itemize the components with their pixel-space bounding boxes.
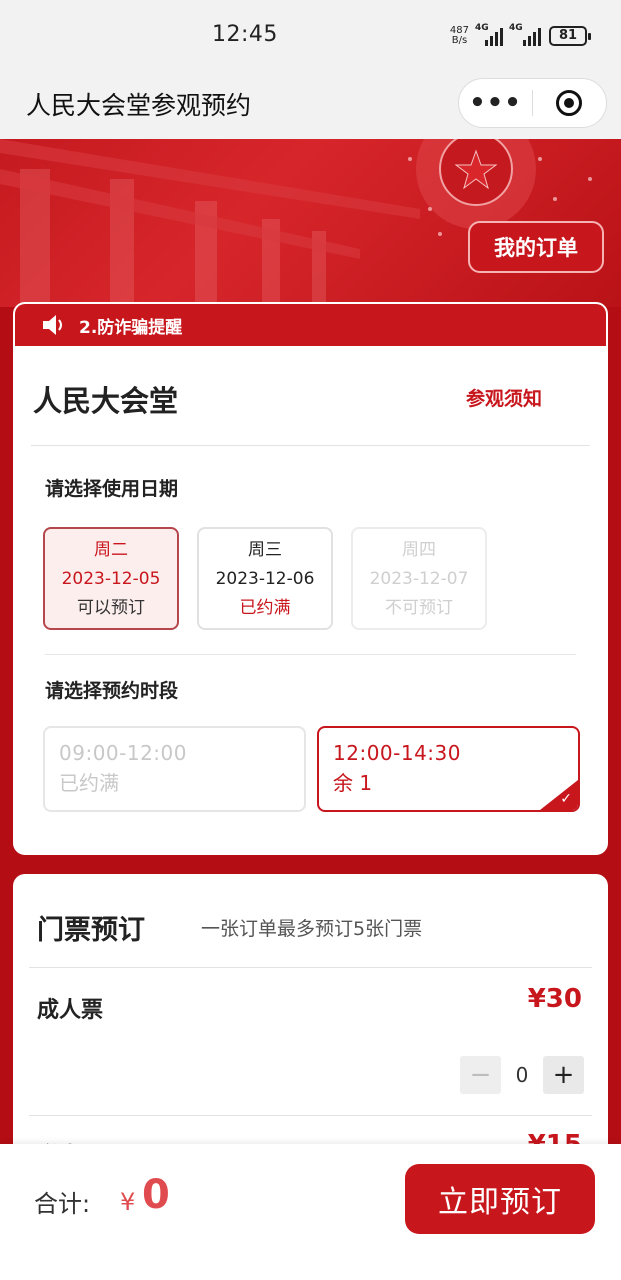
status-time: 12:45 [212,22,278,47]
more-dots-icon[interactable]: ••• [459,90,532,116]
signal-bar [528,36,531,46]
signal-bar [495,32,498,46]
signal-bar [490,36,493,46]
ticket-price: ¥30 [527,984,582,1014]
time-slot-option[interactable]: 09:00-12:00 已约满 [43,726,306,812]
date-weekday: 周四 [402,539,436,560]
selected-corner-badge [540,780,578,810]
slot-time: 09:00-12:00 [59,741,187,765]
date-status: 不可预订 [385,597,453,618]
ticket-header: 门票预订 一张订单最多预订5张门票 [29,874,592,968]
signal-strength-icon: 4G [475,23,503,46]
total-label: 合计: [34,1190,91,1218]
ticket-name: 成人票 [37,998,104,1023]
signal-bar [485,40,488,46]
signal-type-label: 4G [475,23,489,33]
time-slot-option[interactable]: 12:00-14:30 余 1 ✓ [317,726,580,812]
signal-bar [538,28,541,46]
ticket-row: 成人票 ¥30 − 0 + [29,968,592,1116]
hero-banner: 我的订单 [0,139,621,307]
book-now-button[interactable]: 立即预订 [405,1164,595,1234]
checkout-bar: 合计: ¥ 0 立即预订 [0,1144,621,1280]
speaker-icon [43,315,62,335]
status-bar: 12:45 487 B/s 4G 4G 81 [0,0,621,70]
battery-icon: 81 [549,26,591,46]
date-option[interactable]: 周三 2023-12-06 已约满 [197,527,333,630]
signal-bar [500,28,503,46]
my-orders-button[interactable]: 我的订单 [468,221,604,273]
booking-card: 2.防诈骗提醒 人民大会堂 参观须知 请选择使用日期 周二 2023-12-05… [13,302,608,855]
anti-fraud-notice[interactable]: 2.防诈骗提醒 [15,304,606,346]
venue-row: 人民大会堂 参观须知 [31,346,590,446]
date-status: 已约满 [239,597,291,618]
date-value: 2023-12-05 [61,568,161,589]
ticket-limit-note: 一张订单最多预订5张门票 [201,918,423,940]
date-status: 可以预订 [77,597,145,618]
quantity-stepper: − 0 + [460,1056,584,1094]
date-section-label: 请选择使用日期 [45,478,179,500]
venue-name: 人民大会堂 [33,384,179,418]
quantity-value: 0 [515,1063,529,1087]
date-weekday: 周二 [94,539,128,560]
slot-section-label: 请选择预约时段 [45,680,179,702]
date-value: 2023-12-06 [215,568,315,589]
close-mini-program-button[interactable] [533,90,606,116]
total-currency: ¥ [120,1188,136,1216]
visit-notes-link[interactable]: 参观须知 [466,384,542,411]
mini-program-header: 人民大会堂参观预约 ••• [0,70,621,139]
capsule-menu: ••• [458,78,607,128]
section-divider [45,654,576,655]
signal-bar [533,32,536,46]
decrease-quantity-button[interactable]: − [460,1056,501,1094]
signal-bar [523,40,526,46]
date-weekday: 周三 [248,539,282,560]
network-speed-unit: B/s [451,35,468,46]
signal-strength-icon: 4G [509,23,543,46]
target-icon [556,90,583,116]
page-title: 人民大会堂参观预约 [26,91,252,120]
network-speed: 487 B/s [450,26,469,46]
status-indicators: 487 B/s 4G 4G 81 [450,22,591,50]
increase-quantity-button[interactable]: + [543,1056,584,1094]
date-value: 2023-12-07 [369,568,469,589]
notice-text: 2.防诈骗提醒 [79,317,183,338]
date-option[interactable]: 周四 2023-12-07 不可预订 [351,527,487,630]
slot-status: 余 1 [333,771,373,795]
slot-status: 已约满 [59,771,119,795]
signal-type-label: 4G [509,23,523,33]
ticket-section-title: 门票预订 [37,915,145,946]
total-amount: 0 [142,1172,170,1218]
slot-time: 12:00-14:30 [333,741,461,765]
checkmark-icon: ✓ [560,791,572,807]
date-option[interactable]: 周二 2023-12-05 可以预订 [43,527,179,630]
